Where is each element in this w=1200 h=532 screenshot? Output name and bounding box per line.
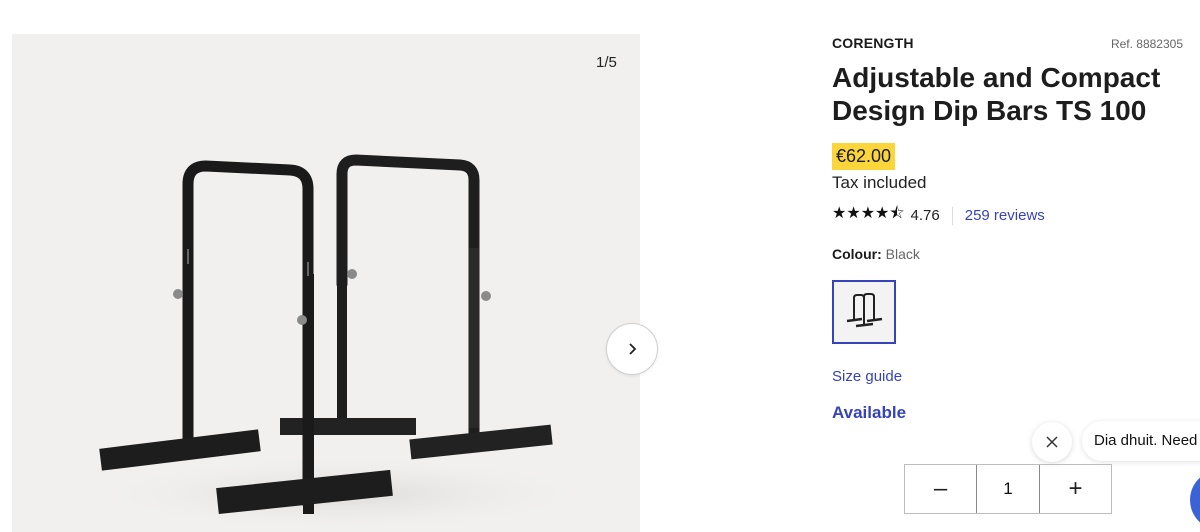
colour-swatch-black[interactable]	[832, 280, 896, 344]
availability-status: Available	[832, 403, 907, 422]
divider	[951, 206, 953, 225]
product-price: €62.00	[832, 143, 896, 170]
product-ref: Ref. 8882305	[1110, 37, 1183, 51]
quantity-input[interactable]	[976, 465, 1040, 513]
rating-value: 4.76	[910, 207, 940, 224]
quantity-decrease-button[interactable]: –	[905, 465, 976, 513]
product-image-gallery[interactable]	[12, 34, 640, 532]
chat-greeting[interactable]: Dia dhuit. Need	[1082, 421, 1200, 461]
gallery-next-button[interactable]	[606, 323, 658, 375]
colour-label: Colour:	[832, 246, 882, 262]
gallery-counter: 1/5	[596, 54, 617, 71]
tax-note: Tax included	[832, 173, 927, 192]
colour-selection-label: Colour: Black	[832, 246, 920, 262]
chat-launcher-button[interactable]	[1190, 470, 1200, 530]
colour-value: Black	[885, 246, 920, 262]
quantity-increase-button[interactable]: +	[1040, 465, 1111, 513]
size-guide-link[interactable]: Size guide	[832, 368, 902, 385]
star-icon: ★★★★⯪	[832, 205, 905, 222]
product-image	[82, 154, 602, 532]
chat-close-button[interactable]	[1032, 422, 1072, 462]
brand-name[interactable]: CORENGTH	[832, 35, 914, 51]
reviews-link[interactable]: 259 reviews	[965, 207, 1045, 224]
product-title: Adjustable and Compact Design Dip Bars T…	[832, 62, 1161, 126]
rating-summary: ★★★★⯪ 4.76 259 reviews	[832, 202, 1045, 229]
chevron-right-icon	[629, 343, 637, 355]
swatch-thumbnail	[846, 293, 883, 328]
quantity-stepper: – +	[904, 464, 1112, 514]
close-icon	[1046, 436, 1058, 448]
